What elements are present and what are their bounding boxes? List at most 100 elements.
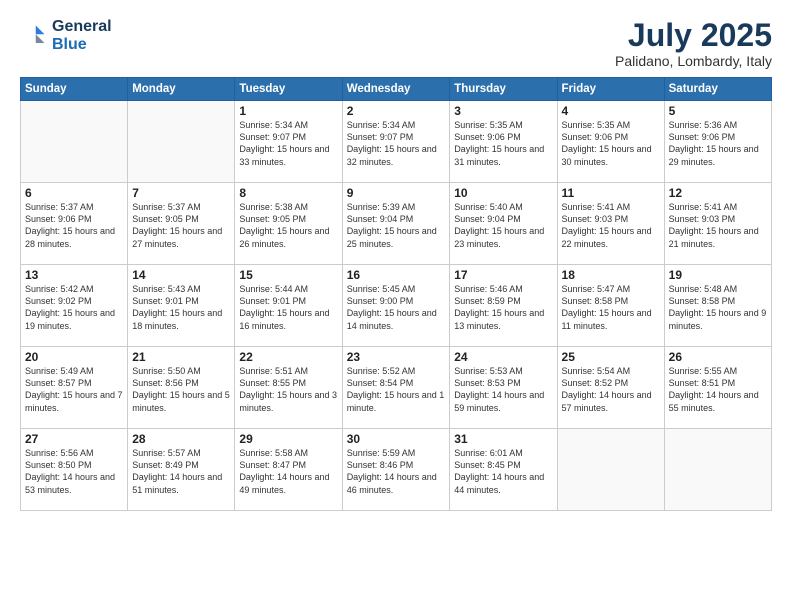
table-row: 24Sunrise: 5:53 AM Sunset: 8:53 PM Dayli… <box>450 347 557 429</box>
col-saturday: Saturday <box>664 78 771 101</box>
day-info: Sunrise: 6:01 AM Sunset: 8:45 PM Dayligh… <box>454 447 552 496</box>
col-wednesday: Wednesday <box>342 78 450 101</box>
day-number: 11 <box>562 186 660 200</box>
day-number: 21 <box>132 350 230 364</box>
table-row: 13Sunrise: 5:42 AM Sunset: 9:02 PM Dayli… <box>21 265 128 347</box>
day-info: Sunrise: 5:47 AM Sunset: 8:58 PM Dayligh… <box>562 283 660 332</box>
day-info: Sunrise: 5:57 AM Sunset: 8:49 PM Dayligh… <box>132 447 230 496</box>
table-row <box>21 101 128 183</box>
table-row <box>664 429 771 511</box>
day-number: 8 <box>239 186 337 200</box>
day-number: 19 <box>669 268 767 282</box>
day-number: 18 <box>562 268 660 282</box>
day-number: 24 <box>454 350 552 364</box>
day-number: 17 <box>454 268 552 282</box>
table-row: 9Sunrise: 5:39 AM Sunset: 9:04 PM Daylig… <box>342 183 450 265</box>
day-number: 22 <box>239 350 337 364</box>
table-row: 2Sunrise: 5:34 AM Sunset: 9:07 PM Daylig… <box>342 101 450 183</box>
day-number: 16 <box>347 268 446 282</box>
table-row: 17Sunrise: 5:46 AM Sunset: 8:59 PM Dayli… <box>450 265 557 347</box>
day-info: Sunrise: 5:41 AM Sunset: 9:03 PM Dayligh… <box>669 201 767 250</box>
day-info: Sunrise: 5:55 AM Sunset: 8:51 PM Dayligh… <box>669 365 767 414</box>
day-info: Sunrise: 5:51 AM Sunset: 8:55 PM Dayligh… <box>239 365 337 414</box>
table-row: 21Sunrise: 5:50 AM Sunset: 8:56 PM Dayli… <box>128 347 235 429</box>
table-row: 5Sunrise: 5:36 AM Sunset: 9:06 PM Daylig… <box>664 101 771 183</box>
day-info: Sunrise: 5:45 AM Sunset: 9:00 PM Dayligh… <box>347 283 446 332</box>
col-friday: Friday <box>557 78 664 101</box>
table-row: 27Sunrise: 5:56 AM Sunset: 8:50 PM Dayli… <box>21 429 128 511</box>
day-info: Sunrise: 5:44 AM Sunset: 9:01 PM Dayligh… <box>239 283 337 332</box>
page: General Blue July 2025 Palidano, Lombard… <box>0 0 792 612</box>
table-row: 26Sunrise: 5:55 AM Sunset: 8:51 PM Dayli… <box>664 347 771 429</box>
day-number: 30 <box>347 432 446 446</box>
day-info: Sunrise: 5:56 AM Sunset: 8:50 PM Dayligh… <box>25 447 123 496</box>
day-info: Sunrise: 5:52 AM Sunset: 8:54 PM Dayligh… <box>347 365 446 414</box>
day-info: Sunrise: 5:42 AM Sunset: 9:02 PM Dayligh… <box>25 283 123 332</box>
table-row <box>557 429 664 511</box>
logo-icon <box>20 22 48 50</box>
day-number: 1 <box>239 104 337 118</box>
calendar: Sunday Monday Tuesday Wednesday Thursday… <box>20 77 772 511</box>
day-number: 4 <box>562 104 660 118</box>
table-row: 6Sunrise: 5:37 AM Sunset: 9:06 PM Daylig… <box>21 183 128 265</box>
table-row: 28Sunrise: 5:57 AM Sunset: 8:49 PM Dayli… <box>128 429 235 511</box>
day-info: Sunrise: 5:54 AM Sunset: 8:52 PM Dayligh… <box>562 365 660 414</box>
day-number: 28 <box>132 432 230 446</box>
day-info: Sunrise: 5:36 AM Sunset: 9:06 PM Dayligh… <box>669 119 767 168</box>
location: Palidano, Lombardy, Italy <box>615 53 772 69</box>
table-row: 20Sunrise: 5:49 AM Sunset: 8:57 PM Dayli… <box>21 347 128 429</box>
day-number: 12 <box>669 186 767 200</box>
day-info: Sunrise: 5:34 AM Sunset: 9:07 PM Dayligh… <box>239 119 337 168</box>
day-info: Sunrise: 5:40 AM Sunset: 9:04 PM Dayligh… <box>454 201 552 250</box>
day-info: Sunrise: 5:49 AM Sunset: 8:57 PM Dayligh… <box>25 365 123 414</box>
day-number: 13 <box>25 268 123 282</box>
table-row: 3Sunrise: 5:35 AM Sunset: 9:06 PM Daylig… <box>450 101 557 183</box>
day-number: 10 <box>454 186 552 200</box>
logo-text-general: General <box>52 18 112 36</box>
day-number: 23 <box>347 350 446 364</box>
day-number: 14 <box>132 268 230 282</box>
col-tuesday: Tuesday <box>235 78 342 101</box>
day-info: Sunrise: 5:37 AM Sunset: 9:06 PM Dayligh… <box>25 201 123 250</box>
day-info: Sunrise: 5:35 AM Sunset: 9:06 PM Dayligh… <box>562 119 660 168</box>
table-row: 14Sunrise: 5:43 AM Sunset: 9:01 PM Dayli… <box>128 265 235 347</box>
day-info: Sunrise: 5:46 AM Sunset: 8:59 PM Dayligh… <box>454 283 552 332</box>
table-row: 10Sunrise: 5:40 AM Sunset: 9:04 PM Dayli… <box>450 183 557 265</box>
day-number: 2 <box>347 104 446 118</box>
day-number: 6 <box>25 186 123 200</box>
table-row: 12Sunrise: 5:41 AM Sunset: 9:03 PM Dayli… <box>664 183 771 265</box>
header: General Blue July 2025 Palidano, Lombard… <box>20 18 772 69</box>
calendar-week-row: 20Sunrise: 5:49 AM Sunset: 8:57 PM Dayli… <box>21 347 772 429</box>
col-monday: Monday <box>128 78 235 101</box>
col-sunday: Sunday <box>21 78 128 101</box>
day-info: Sunrise: 5:43 AM Sunset: 9:01 PM Dayligh… <box>132 283 230 332</box>
table-row: 23Sunrise: 5:52 AM Sunset: 8:54 PM Dayli… <box>342 347 450 429</box>
day-number: 29 <box>239 432 337 446</box>
day-info: Sunrise: 5:37 AM Sunset: 9:05 PM Dayligh… <box>132 201 230 250</box>
table-row: 1Sunrise: 5:34 AM Sunset: 9:07 PM Daylig… <box>235 101 342 183</box>
day-info: Sunrise: 5:59 AM Sunset: 8:46 PM Dayligh… <box>347 447 446 496</box>
table-row: 25Sunrise: 5:54 AM Sunset: 8:52 PM Dayli… <box>557 347 664 429</box>
table-row: 19Sunrise: 5:48 AM Sunset: 8:58 PM Dayli… <box>664 265 771 347</box>
day-number: 5 <box>669 104 767 118</box>
day-info: Sunrise: 5:34 AM Sunset: 9:07 PM Dayligh… <box>347 119 446 168</box>
day-number: 31 <box>454 432 552 446</box>
day-number: 7 <box>132 186 230 200</box>
day-number: 3 <box>454 104 552 118</box>
day-number: 20 <box>25 350 123 364</box>
table-row: 15Sunrise: 5:44 AM Sunset: 9:01 PM Dayli… <box>235 265 342 347</box>
table-row: 29Sunrise: 5:58 AM Sunset: 8:47 PM Dayli… <box>235 429 342 511</box>
day-info: Sunrise: 5:53 AM Sunset: 8:53 PM Dayligh… <box>454 365 552 414</box>
day-info: Sunrise: 5:39 AM Sunset: 9:04 PM Dayligh… <box>347 201 446 250</box>
day-number: 26 <box>669 350 767 364</box>
day-info: Sunrise: 5:50 AM Sunset: 8:56 PM Dayligh… <box>132 365 230 414</box>
table-row: 31Sunrise: 6:01 AM Sunset: 8:45 PM Dayli… <box>450 429 557 511</box>
table-row: 4Sunrise: 5:35 AM Sunset: 9:06 PM Daylig… <box>557 101 664 183</box>
day-info: Sunrise: 5:38 AM Sunset: 9:05 PM Dayligh… <box>239 201 337 250</box>
day-info: Sunrise: 5:35 AM Sunset: 9:06 PM Dayligh… <box>454 119 552 168</box>
calendar-week-row: 13Sunrise: 5:42 AM Sunset: 9:02 PM Dayli… <box>21 265 772 347</box>
col-thursday: Thursday <box>450 78 557 101</box>
logo-text-blue: Blue <box>52 36 112 54</box>
day-number: 27 <box>25 432 123 446</box>
day-number: 9 <box>347 186 446 200</box>
